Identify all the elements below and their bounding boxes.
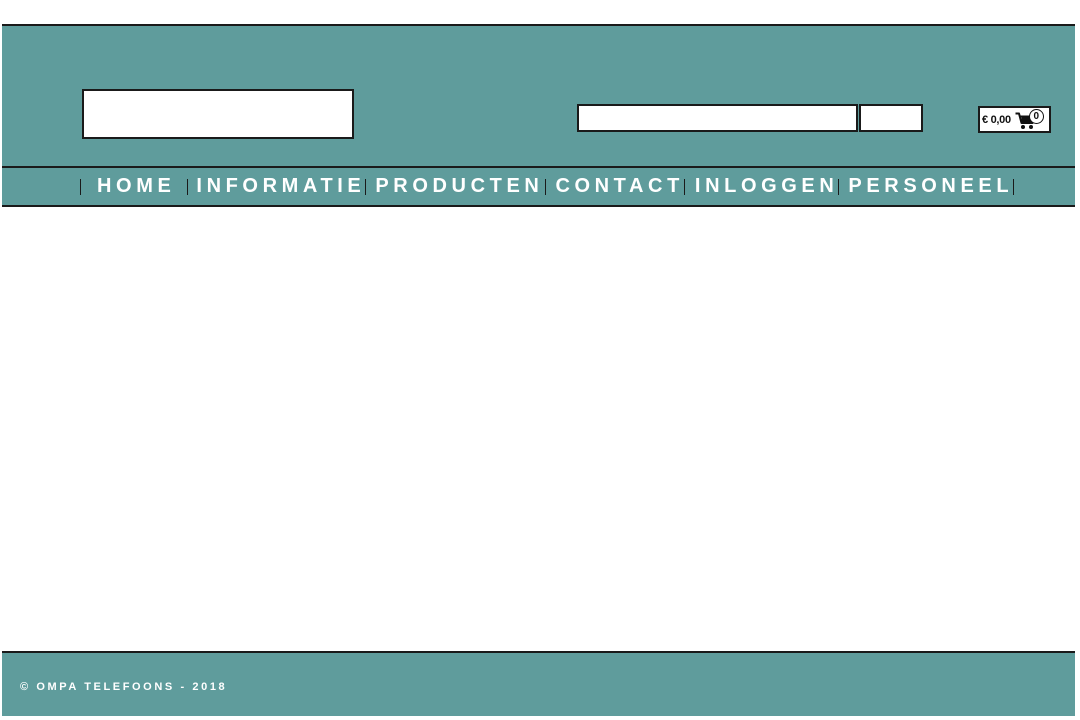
site-footer: © OMPA TELEFOONS - 2018 [2,651,1075,716]
nav-list: HOME INFORMATIE PRODUCTEN CONTACT INLOGG… [80,168,1015,205]
logo-placeholder[interactable] [82,89,354,139]
page: € 0,00 0 HOME INFORMATIE PRODUCTEN CONTA… [0,0,1080,720]
site-header: € 0,00 0 HOME INFORMATIE PRODUCTEN CONTA… [2,24,1075,207]
shopping-cart-icon: 0 [1015,108,1045,130]
nav-separator [1013,178,1015,195]
nav-item-informatie[interactable]: INFORMATIE [188,168,365,205]
nav-item-home[interactable]: HOME [81,168,187,205]
cart-count-badge: 0 [1028,108,1044,124]
main-content [2,207,1075,651]
cart-amount: € 0,00 [982,113,1011,126]
nav-item-contact[interactable]: CONTACT [546,168,683,205]
nav-item-inloggen[interactable]: INLOGGEN [685,168,838,205]
search-button[interactable] [859,104,923,132]
footer-copyright: © OMPA TELEFOONS - 2018 [20,681,228,693]
cart-button[interactable]: € 0,00 0 [978,106,1051,133]
nav-item-personeel[interactable]: PERSONEEL [839,168,1013,205]
nav-item-producten[interactable]: PRODUCTEN [366,168,545,205]
search-input[interactable] [577,104,858,132]
main-nav: HOME INFORMATIE PRODUCTEN CONTACT INLOGG… [2,168,1075,205]
